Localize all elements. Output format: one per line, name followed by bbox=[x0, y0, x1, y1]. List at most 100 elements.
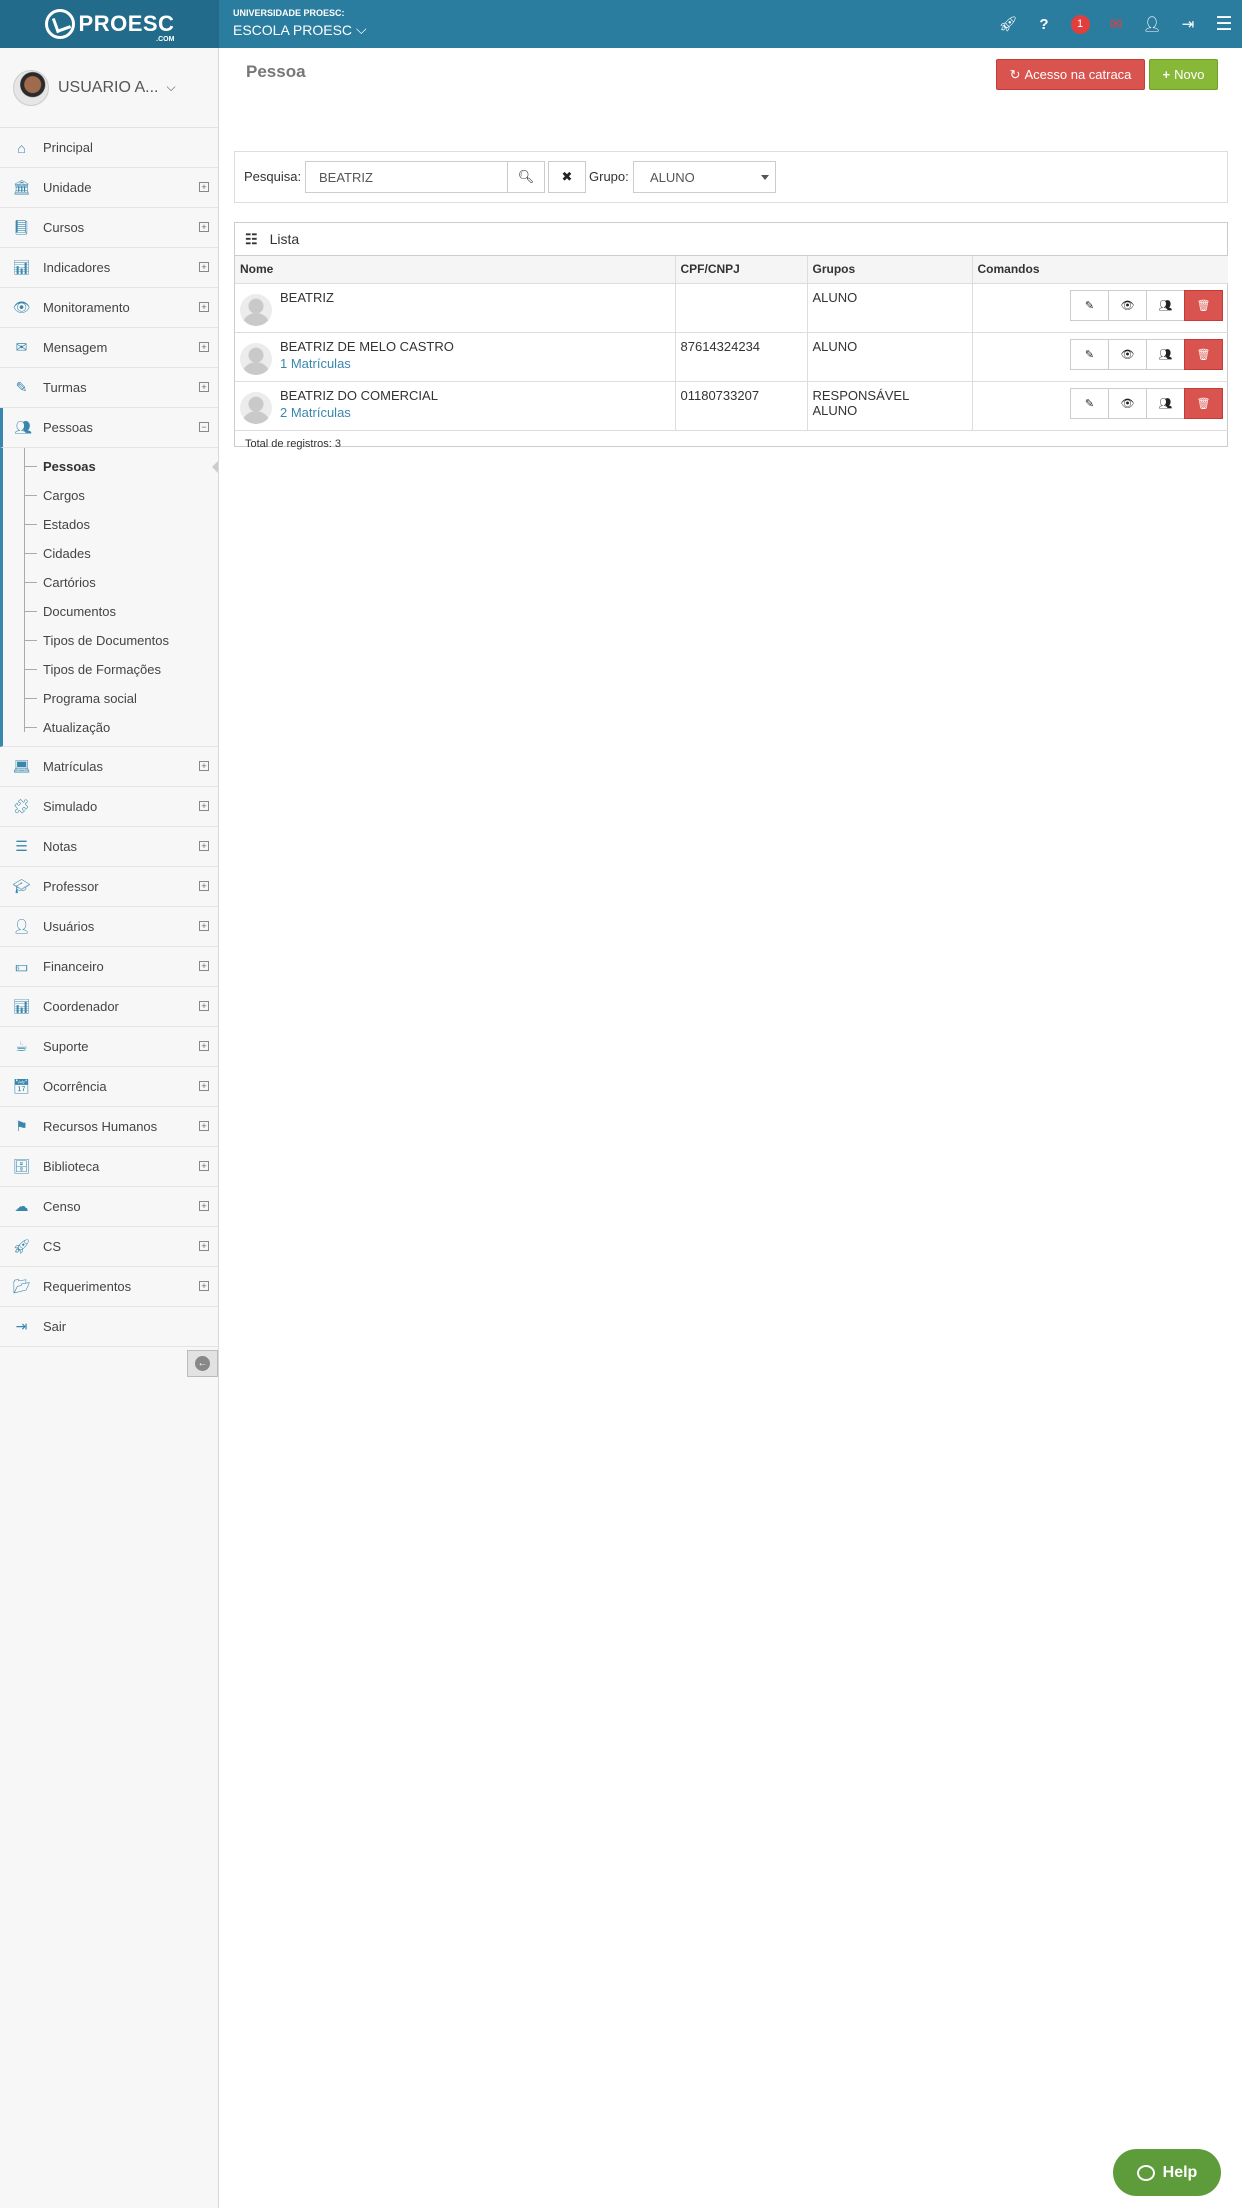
expand-icon[interactable]: + bbox=[199, 761, 209, 771]
expand-icon[interactable]: + bbox=[199, 921, 209, 931]
expand-icon[interactable]: + bbox=[199, 302, 209, 312]
envelope-icon[interactable]: ✉ bbox=[1098, 0, 1134, 48]
sidebar-item-usu-rios[interactable]: 👤︎ Usuários + bbox=[0, 907, 218, 947]
submenu-item[interactable]: Tipos de Documentos bbox=[3, 626, 218, 655]
submenu-item[interactable]: Pessoas bbox=[3, 452, 218, 481]
expand-icon[interactable]: + bbox=[199, 1161, 209, 1171]
delete-button[interactable]: 🗑︎ bbox=[1184, 338, 1223, 370]
sidebar-item-simulado[interactable]: 🧩︎ Simulado + bbox=[0, 787, 218, 827]
collapse-icon[interactable]: − bbox=[199, 422, 209, 432]
expand-icon[interactable]: + bbox=[199, 342, 209, 352]
list-icon: ☷ bbox=[245, 230, 258, 247]
group-select[interactable]: ALUNO bbox=[633, 161, 776, 193]
sign-out-icon[interactable]: ⇥ bbox=[1170, 0, 1206, 48]
sidebar-item-principal[interactable]: ⌂ Principal bbox=[0, 128, 218, 168]
cloud-download-icon: ☁ bbox=[14, 1198, 29, 1214]
sidebar-item-professor[interactable]: 🎓︎ Professor + bbox=[0, 867, 218, 907]
expand-icon[interactable]: + bbox=[199, 262, 209, 272]
enrollments-link[interactable]: 1 Matrículas bbox=[280, 356, 454, 371]
expand-icon[interactable]: + bbox=[199, 1281, 209, 1291]
sidebar-item-matr-culas[interactable]: 💻︎ Matrículas + bbox=[0, 747, 218, 787]
submenu-item[interactable]: Cartórios bbox=[3, 568, 218, 597]
column-header-name[interactable]: Nome bbox=[235, 256, 676, 284]
question-icon[interactable]: ? bbox=[1026, 0, 1062, 48]
notifications-badge[interactable]: 1 bbox=[1070, 14, 1090, 34]
expand-icon[interactable]: + bbox=[199, 222, 209, 232]
sidebar-item-turmas[interactable]: ✎ Turmas + bbox=[0, 368, 218, 408]
sidebar-item-biblioteca[interactable]: 🗄︎ Biblioteca + bbox=[0, 1147, 218, 1187]
graduation-cap-icon: 🎓︎ bbox=[12, 878, 31, 894]
delete-button[interactable]: 🗑︎ bbox=[1184, 289, 1223, 321]
submenu-item[interactable]: Cargos bbox=[3, 481, 218, 510]
home-icon: ⌂ bbox=[17, 139, 26, 156]
column-header-cpf[interactable]: CPF/CNPJ bbox=[675, 256, 808, 284]
groups-button[interactable]: 👥︎ bbox=[1146, 338, 1185, 370]
trash-icon: 🗑︎ bbox=[1196, 397, 1211, 410]
expand-icon[interactable]: + bbox=[199, 841, 209, 851]
view-button[interactable]: 👁︎ bbox=[1108, 289, 1147, 321]
submenu-item[interactable]: Tipos de Formações bbox=[3, 655, 218, 684]
clear-search-button[interactable]: ✖ bbox=[548, 161, 586, 193]
edit-button[interactable]: ✎ bbox=[1070, 338, 1109, 370]
search-input[interactable] bbox=[305, 161, 508, 193]
submenu-item[interactable]: Estados bbox=[3, 510, 218, 539]
expand-icon[interactable]: + bbox=[199, 1081, 209, 1091]
edit-button[interactable]: ✎ bbox=[1070, 387, 1109, 419]
sidebar-item-censo[interactable]: ☁ Censo + bbox=[0, 1187, 218, 1227]
rocket-icon[interactable]: 🚀︎ bbox=[990, 0, 1026, 48]
expand-icon[interactable]: + bbox=[199, 881, 209, 891]
logo[interactable]: PROESC .COM bbox=[0, 0, 219, 48]
expand-icon[interactable]: + bbox=[199, 1001, 209, 1011]
submenu-item[interactable]: Cidades bbox=[3, 539, 218, 568]
search-button[interactable]: 🔍︎ bbox=[507, 161, 545, 193]
sidebar-item-cursos[interactable]: 📘︎ Cursos + bbox=[0, 208, 218, 248]
group-value: ALUNO bbox=[812, 289, 858, 305]
sidebar-item-recursos-humanos[interactable]: ⚑ Recursos Humanos + bbox=[0, 1107, 218, 1147]
sidebar-item-sair[interactable]: ⇥ Sair bbox=[0, 1307, 218, 1347]
submenu-item[interactable]: Documentos bbox=[3, 597, 218, 626]
arrow-left-icon: ← bbox=[195, 1356, 210, 1371]
sidebar-item-suporte[interactable]: ☕︎ Suporte + bbox=[0, 1027, 218, 1067]
sidebar-item-pessoas[interactable]: 👥︎ Pessoas − bbox=[0, 408, 218, 448]
person-name: BEATRIZ DO COMERCIAL bbox=[280, 387, 438, 403]
expand-icon[interactable]: + bbox=[199, 961, 209, 971]
view-button[interactable]: 👁︎ bbox=[1108, 387, 1147, 419]
sidebar-item-notas[interactable]: ☰ Notas + bbox=[0, 827, 218, 867]
user-menu[interactable]: USUARIO A... ⌵ bbox=[0, 48, 218, 128]
sidebar-item-financeiro[interactable]: 💵︎ Financeiro + bbox=[0, 947, 218, 987]
view-button[interactable]: 👁︎ bbox=[1108, 338, 1147, 370]
groups-button[interactable]: 👥︎ bbox=[1146, 387, 1185, 419]
sidebar-item-requerimentos[interactable]: 📂︎ Requerimentos + bbox=[0, 1267, 218, 1307]
user-icon[interactable]: 👤︎ bbox=[1134, 0, 1170, 48]
sidebar-item-monitoramento[interactable]: 👁︎ Monitoramento + bbox=[0, 288, 218, 328]
trash-icon: 🗑︎ bbox=[1196, 299, 1211, 312]
expand-icon[interactable]: + bbox=[199, 1241, 209, 1251]
hamburger-menu-icon[interactable]: ☰ bbox=[1206, 0, 1242, 48]
delete-button[interactable]: 🗑︎ bbox=[1184, 387, 1223, 419]
sidebar-item-coordenador[interactable]: 📊︎ Coordenador + bbox=[0, 987, 218, 1027]
sidebar-item-cs[interactable]: 🚀︎ CS + bbox=[0, 1227, 218, 1267]
new-button[interactable]: + Novo bbox=[1149, 59, 1218, 90]
sidebar-item-unidade[interactable]: 🏛︎ Unidade + bbox=[0, 168, 218, 208]
person-name: BEATRIZ DE MELO CASTRO bbox=[280, 338, 454, 354]
edit-button[interactable]: ✎ bbox=[1070, 289, 1109, 321]
expand-icon[interactable]: + bbox=[199, 1201, 209, 1211]
submenu-item[interactable]: Atualização bbox=[3, 713, 218, 742]
expand-icon[interactable]: + bbox=[199, 1041, 209, 1051]
expand-icon[interactable]: + bbox=[199, 801, 209, 811]
bar-chart-icon: 📊︎ bbox=[12, 998, 31, 1014]
sidebar-item-indicadores[interactable]: 📊︎ Indicadores + bbox=[0, 248, 218, 288]
sidebar-item-mensagem[interactable]: ✉ Mensagem + bbox=[0, 328, 218, 368]
help-button[interactable]: Help bbox=[1113, 2149, 1221, 2196]
expand-icon[interactable]: + bbox=[199, 382, 209, 392]
sidebar-item-ocorr-ncia[interactable]: 📅︎ Ocorrência + bbox=[0, 1067, 218, 1107]
collapse-sidebar-button[interactable]: ← bbox=[187, 1350, 218, 1377]
expand-icon[interactable]: + bbox=[199, 1121, 209, 1131]
groups-button[interactable]: 👥︎ bbox=[1146, 289, 1185, 321]
enrollments-link[interactable]: 2 Matrículas bbox=[280, 405, 438, 420]
expand-icon[interactable]: + bbox=[199, 182, 209, 192]
org-selector[interactable]: UNIVERSIDADE PROESC: ESCOLA PROESC ⌵ bbox=[233, 8, 367, 38]
catraca-access-button[interactable]: ↻ Acesso na catraca bbox=[996, 59, 1145, 90]
submenu-item[interactable]: Programa social bbox=[3, 684, 218, 713]
trash-icon: 🗑︎ bbox=[1196, 348, 1211, 361]
